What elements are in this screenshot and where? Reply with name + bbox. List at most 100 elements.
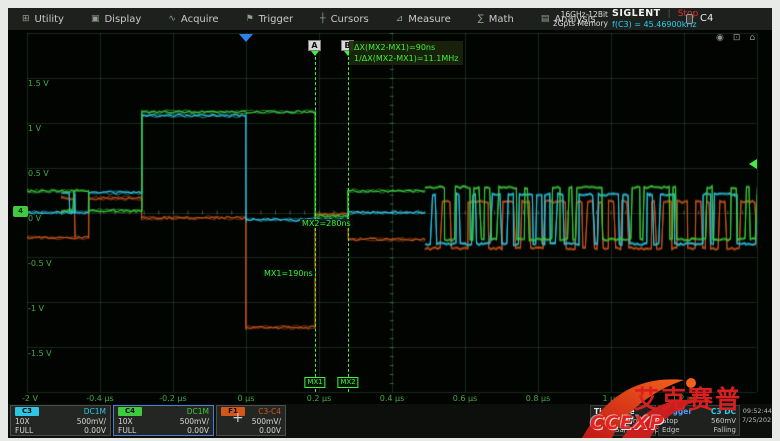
menu-item-cursors[interactable]: ┼ Cursors xyxy=(320,14,369,25)
trigger-slope: Falling xyxy=(714,426,736,436)
channel-box-c4[interactable]: C4DC1M 10X500mV/ FULL0.00V xyxy=(113,405,214,436)
scale-label: 500mV/ xyxy=(77,417,106,427)
channel-zero-marker[interactable]: 4 xyxy=(13,206,28,217)
home-icon[interactable]: ⌂ xyxy=(749,33,755,43)
y-axis-label: -1.5 V xyxy=(28,349,52,358)
coupling-label: DC1M xyxy=(84,407,106,417)
timebase-title: Timebase xyxy=(594,407,635,417)
datetime-block: 09:52:44 7/25/2025 xyxy=(742,407,772,425)
menu-item-measure[interactable]: ⊿ Measure xyxy=(396,14,451,25)
trigger-mode: Stop xyxy=(662,417,678,427)
oscilloscope-screen: ⊞ Utility ▣ Display ∿ Acquire ⚑ Trigger ┼ Cur… xyxy=(8,8,772,438)
menu-bar: ⊞ Utility ▣ Display ∿ Acquire ⚑ Trigger ┼ Cur… xyxy=(8,8,772,30)
trigger-level: 560mV xyxy=(711,417,736,427)
waveform-canvas[interactable] xyxy=(8,8,772,438)
channel-badge: C4 xyxy=(118,407,142,416)
y-axis-label: 0 V xyxy=(28,214,41,223)
active-channel-label[interactable]: C4 xyxy=(700,13,713,24)
brand-logo: SIGLENT xyxy=(612,9,661,19)
cursor-handle-a[interactable]: A xyxy=(308,40,321,51)
trigger-box[interactable]: Trigger C3 DC Stop 560mV Edge Falling xyxy=(658,405,740,436)
x-axis-label: 0.6 µs xyxy=(443,394,487,403)
menu-item-label: Math xyxy=(489,14,514,25)
menu-item-trigger[interactable]: ⚑ Trigger xyxy=(246,14,294,25)
sample-rate: 10.0GSa/s xyxy=(594,426,630,436)
menu-item-label: Display xyxy=(104,14,141,25)
mouse-cursor: + xyxy=(232,410,244,426)
offset-label: 0.00V xyxy=(259,426,281,436)
mx1-tag[interactable]: MX1 xyxy=(304,377,325,388)
math-formula: C3-C4 xyxy=(258,407,281,417)
x-axis-label: -0.2 µs xyxy=(151,394,195,403)
measure-icon: ⊿ xyxy=(396,14,404,24)
trigger-type: Edge xyxy=(662,426,680,436)
menu-item-utility[interactable]: ⊞ Utility xyxy=(22,14,64,25)
menu-item-label: Trigger xyxy=(259,14,294,25)
acquire-icon: ∿ xyxy=(168,14,176,24)
math-box-f1[interactable]: F1C3-C4 500mV/ 0.00V xyxy=(216,405,286,436)
math-icon: ∑ xyxy=(478,14,484,24)
mx1-annotation: MX1=190ns xyxy=(262,269,315,278)
y-axis-label: 0.5 V xyxy=(28,169,49,178)
x-axis-label: 0.4 µs xyxy=(370,394,414,403)
timebase-box[interactable]: Timebase 400ns200ns/div 10.0GSa/s2.00Gpt… xyxy=(590,405,656,436)
fullscreen-icon[interactable]: ⊡ xyxy=(733,33,741,43)
offset-label: 0.00V xyxy=(84,426,106,436)
scale-label: 500mV/ xyxy=(180,417,209,427)
utility-icon: ⊞ xyxy=(22,14,30,24)
x-axis-label: 0 µs xyxy=(224,394,268,403)
timebase-scale: 200ns/div xyxy=(619,417,653,427)
trigger-icon: ⚑ xyxy=(246,14,254,24)
screenshot: ⊞ Utility ▣ Display ∿ Acquire ⚑ Trigger ┼ Cur… xyxy=(0,0,780,441)
cursor-readout-box[interactable]: ΔX(MX2-MX1)=90ns 1/ΔX(MX2-MX1)=11.1MHz xyxy=(349,41,463,65)
menu-item-label: Cursors xyxy=(331,14,369,25)
display-icon: ▣ xyxy=(91,14,100,24)
channel-badge: C3 xyxy=(15,407,39,416)
y-axis-label: -0.5 V xyxy=(28,259,52,268)
y-axis-label: -1 V xyxy=(28,304,44,313)
trigger-title: Trigger xyxy=(662,407,692,417)
plot-corner-tools: ◉ ⊡ ⌂ xyxy=(716,33,755,43)
timebase-delay: 400ns xyxy=(594,417,615,427)
cursor-arrow-a xyxy=(311,51,319,56)
offset-label: 0.00V xyxy=(187,426,209,436)
divider: | xyxy=(668,9,671,19)
x-axis-label: 0.2 µs xyxy=(297,394,341,403)
menu-item-label: Acquire xyxy=(181,14,219,25)
cursor-delta-x: ΔX(MX2-MX1)=90ns xyxy=(354,42,458,53)
x-axis-label: 1.2 µs xyxy=(662,394,706,403)
menu-item-math[interactable]: ∑ Math xyxy=(478,14,514,25)
x-axis-label: 0.8 µs xyxy=(516,394,560,403)
menu-item-display[interactable]: ▣ Display xyxy=(91,14,141,25)
cursor-inverse-delta-x: 1/ΔX(MX2-MX1)=11.1MHz xyxy=(354,53,458,64)
menu-item-label: Utility xyxy=(35,14,64,25)
clock-date: 7/25/2025 xyxy=(742,416,772,425)
scale-label: 500mV/ xyxy=(252,417,281,427)
acquisition-info: 16GHz-12Bit 2Gpts Memory xyxy=(552,10,608,28)
bandwidth-label: 16GHz-12Bit xyxy=(552,10,608,19)
x-axis-label: 1 µs xyxy=(589,394,633,403)
cursors-icon: ┼ xyxy=(320,14,325,24)
trigger-level-arrow[interactable] xyxy=(749,159,757,169)
menu-item-label: Measure xyxy=(408,14,451,25)
bottom-bar: C3 DC1M 10X 500mV/ FULL 0.00V C4 DC1M 10X 500… xyxy=(8,404,772,438)
mx2-annotation: MX2=280ns xyxy=(300,219,353,228)
clock-time: 09:52:44 xyxy=(742,407,772,416)
coupling-label: DC1M xyxy=(187,407,209,417)
attenuation-label: 10X xyxy=(15,417,30,427)
analysis-icon: ▤ xyxy=(541,14,550,24)
menu-item-acquire[interactable]: ∿ Acquire xyxy=(168,14,218,25)
trigger-source: C3 DC xyxy=(711,407,736,417)
y-axis-label: 1.5 V xyxy=(28,79,49,88)
y-axis-label: 1 V xyxy=(28,124,41,133)
channel-box-c3[interactable]: C3 DC1M 10X 500mV/ FULL 0.00V xyxy=(10,405,111,436)
x-axis-label: -0.4 µs xyxy=(78,394,122,403)
probe-device-icon xyxy=(686,14,693,24)
trigger-position-icon[interactable] xyxy=(239,34,253,42)
snapshot-icon[interactable]: ◉ xyxy=(716,33,724,43)
bandwidth-limit-label: FULL xyxy=(15,426,33,436)
bandwidth-limit-label: FULL xyxy=(118,426,136,436)
y-axis-label: -2 V xyxy=(22,394,38,403)
memory-label: 2Gpts Memory xyxy=(552,19,608,28)
mx2-tag[interactable]: MX2 xyxy=(337,377,358,388)
